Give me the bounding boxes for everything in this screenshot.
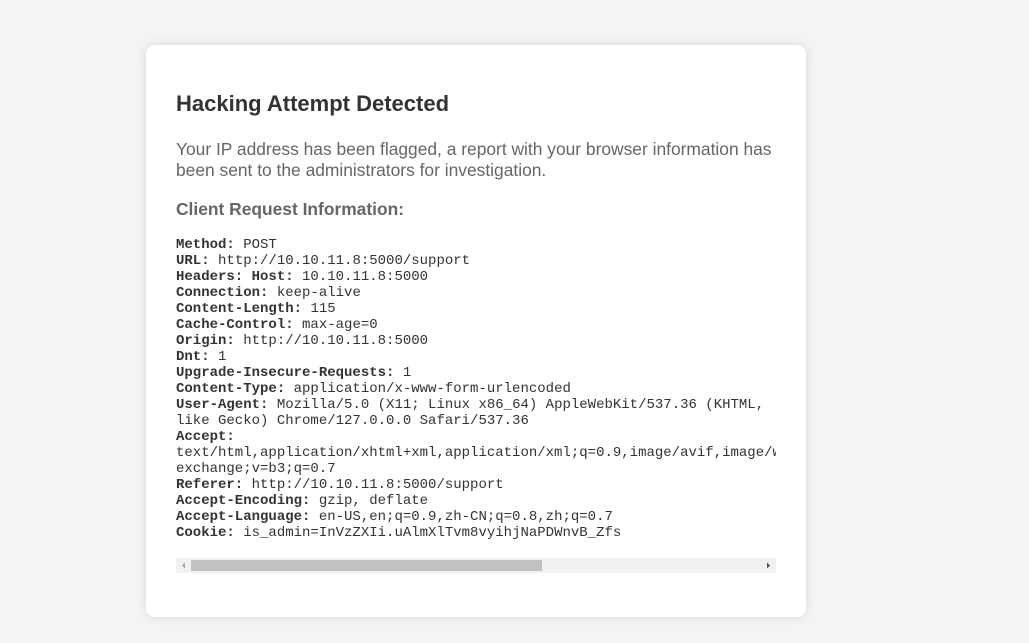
header-key: Headers: Host: (176, 269, 294, 285)
scroll-left-button[interactable] (176, 558, 191, 573)
header-value: 115 (310, 301, 336, 317)
scrollbar-thumb[interactable] (191, 560, 542, 571)
header-key: Cookie: (176, 525, 235, 541)
header-key: URL: (176, 253, 210, 269)
header-line-dnt: Dnt: 1 (176, 349, 776, 365)
header-line-accept: Accept: (176, 429, 776, 445)
header-value: http://10.10.11.8:5000 (243, 333, 429, 349)
triangle-left-icon (182, 562, 185, 569)
page-title: Hacking Attempt Detected (176, 91, 450, 116)
header-key: Referer: (176, 477, 244, 493)
header-value: is_admin=InVzZXIi.uAlmXlTvm8vyihjNaPDWnv… (243, 525, 622, 541)
header-value: http://10.10.11.8:5000/support (251, 477, 504, 493)
header-value: application/x-www-form-urlencoded (293, 381, 571, 397)
scroll-right-button[interactable] (761, 558, 776, 573)
header-line-upgrade-insecure: Upgrade-Insecure-Requests: 1 (176, 365, 776, 381)
header-key: Content-Length: (176, 301, 303, 317)
header-line-origin: Origin: http://10.10.11.8:5000 (176, 333, 776, 349)
header-key: Upgrade-Insecure-Requests: (176, 365, 395, 381)
header-line-content-length: Content-Length: 115 (176, 301, 776, 317)
request-info-block[interactable]: Method: POST URL: http://10.10.11.8:5000… (176, 237, 776, 573)
header-value: 1 (218, 349, 227, 365)
header-line-user-agent: User-Agent: Mozilla/5.0 (X11; Linux x86_… (176, 397, 776, 429)
header-value: 10.10.11.8:5000 (302, 269, 429, 285)
header-key: Origin: (176, 333, 235, 349)
header-key: Cache-Control: (176, 317, 294, 333)
header-line-method: Method: POST (176, 237, 776, 253)
header-line-accept-encoding: Accept-Encoding: gzip, deflate (176, 493, 776, 509)
header-value: http://10.10.11.8:5000/support (218, 253, 471, 269)
accept-value-line-1: text/html,application/xhtml+xml,applicat… (176, 445, 776, 461)
header-line-url: URL: http://10.10.11.8:5000/support (176, 253, 776, 269)
header-key: Accept-Language: (176, 509, 311, 525)
triangle-right-icon (767, 562, 770, 569)
header-key: Dnt: (176, 349, 210, 365)
request-headers: Method: POST URL: http://10.10.11.8:5000… (176, 237, 776, 541)
alert-card: Hacking Attempt Detected Your IP address… (146, 45, 806, 617)
header-key: Accept: (176, 429, 235, 445)
header-line-cache-control: Cache-Control: max-age=0 (176, 317, 776, 333)
header-key: Method: (176, 237, 235, 253)
accept-value-line-2: exchange;v=b3;q=0.7 (176, 461, 336, 477)
header-line-accept-language: Accept-Language: en-US,en;q=0.9,zh-CN;q=… (176, 509, 776, 525)
header-line-host: Headers: Host: 10.10.11.8:5000 (176, 269, 776, 285)
header-line-referer: Referer: http://10.10.11.8:5000/support (176, 477, 776, 493)
section-heading: Client Request Information: (176, 199, 405, 219)
header-key: Accept-Encoding: (176, 493, 311, 509)
header-value: 1 (402, 365, 412, 381)
header-value: POST (243, 237, 277, 253)
header-line-cookie: Cookie: is_admin=InVzZXIi.uAlmXlTvm8vyih… (176, 525, 776, 541)
header-value: gzip, deflate (318, 493, 429, 509)
header-value: en-US,en;q=0.9,zh-CN;q=0.8,zh;q=0.7 (318, 509, 613, 525)
header-value: keep-alive (276, 285, 361, 301)
scrollbar-track[interactable] (191, 558, 761, 573)
header-key: Content-Type: (176, 381, 286, 397)
header-value: max-age=0 (302, 317, 378, 333)
header-line-content-type: Content-Type: application/x-www-form-url… (176, 381, 776, 397)
header-key: Connection: (176, 285, 269, 301)
horizontal-scrollbar[interactable] (176, 558, 776, 573)
warning-message: Your IP address has been flagged, a repo… (176, 139, 772, 180)
header-key: User-Agent: (176, 397, 269, 413)
header-line-connection: Connection: keep-alive (176, 285, 776, 301)
